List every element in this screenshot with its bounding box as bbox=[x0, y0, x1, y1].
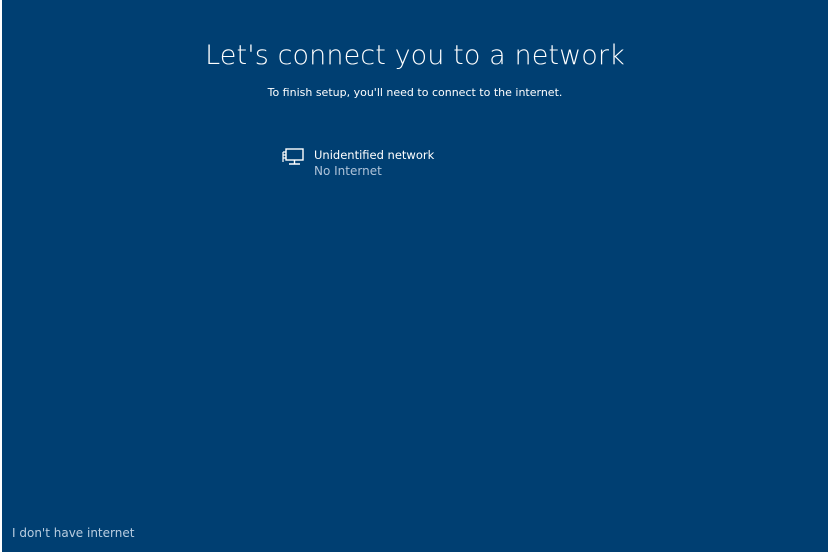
network-setup-screen: Let's connect you to a network To finish… bbox=[2, 0, 828, 552]
network-list-item[interactable]: Unidentified network No Internet bbox=[280, 143, 510, 183]
no-internet-link[interactable]: I don't have internet bbox=[12, 526, 134, 540]
page-title: Let's connect you to a network bbox=[205, 40, 625, 71]
network-name: Unidentified network bbox=[314, 148, 435, 162]
wired-network-icon bbox=[280, 147, 306, 167]
page-subtitle: To finish setup, you'll need to connect … bbox=[267, 86, 563, 99]
network-status: No Internet bbox=[314, 164, 382, 178]
